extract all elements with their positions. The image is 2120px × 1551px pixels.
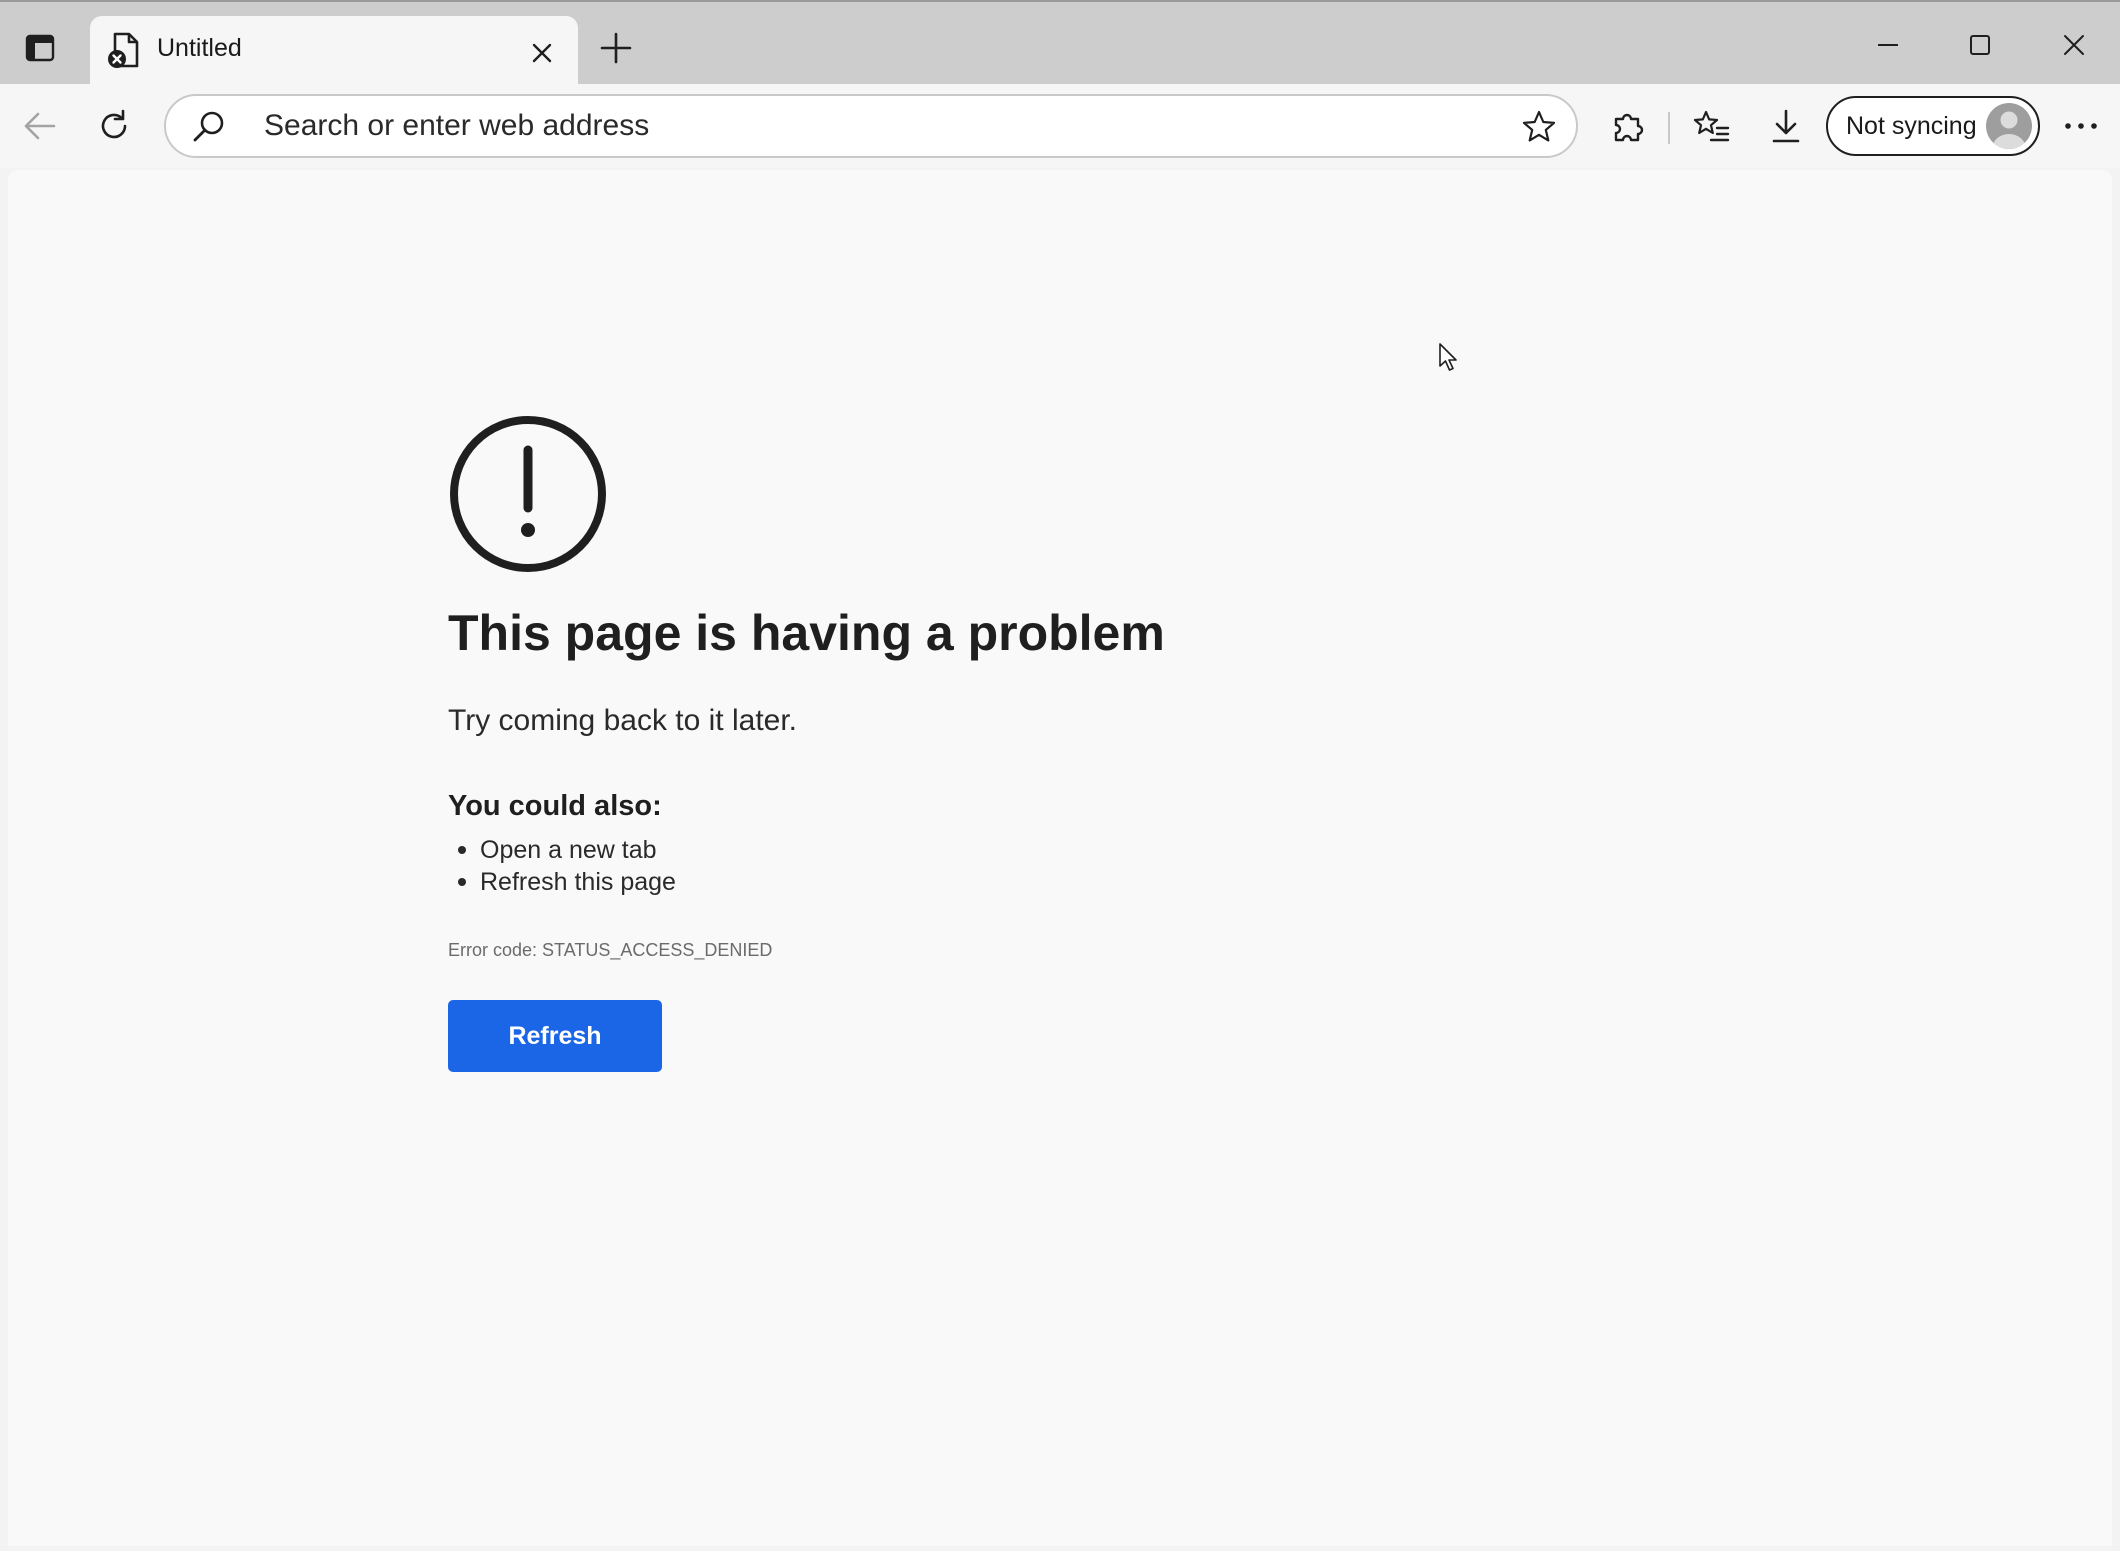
close-icon (532, 43, 552, 63)
address-input[interactable] (264, 106, 1464, 146)
add-favorite-button[interactable] (1520, 108, 1558, 146)
refresh-button[interactable]: Refresh (448, 1000, 662, 1072)
downloads-button[interactable] (1760, 100, 1812, 152)
tab-actions-button[interactable] (14, 24, 66, 72)
tab-strip: Untitled (0, 2, 2120, 84)
tab-title: Untitled (157, 34, 242, 62)
tab-actions-icon (25, 34, 55, 62)
navigation-toolbar: Not syncing (0, 84, 2120, 168)
extensions-button[interactable] (1602, 100, 1654, 152)
mouse-pointer-icon (1439, 343, 1457, 371)
toolbar-divider (1668, 112, 1670, 144)
maximize-button[interactable] (1954, 22, 2006, 68)
tab-favicon (104, 30, 146, 72)
page-title: This page is having a problem (448, 605, 1165, 661)
address-bar[interactable] (164, 94, 1578, 158)
close-window-button[interactable] (2048, 22, 2100, 68)
close-tab-button[interactable] (522, 33, 562, 73)
avatar (1986, 103, 2032, 149)
person-icon (1992, 111, 2026, 149)
profile-button[interactable]: Not syncing (1826, 96, 2040, 156)
plus-icon (600, 32, 632, 64)
list-item: Refresh this page (448, 866, 676, 898)
favorites-button[interactable] (1686, 100, 1738, 152)
exclamation-circle-icon (450, 416, 606, 572)
browser-window: Untitled Search or enter web address Not… (0, 0, 2120, 1551)
list-item: Open a new tab (448, 834, 676, 866)
star-icon (1522, 110, 1556, 142)
download-icon (1772, 109, 1800, 143)
settings-and-more-button[interactable] (2055, 100, 2107, 152)
new-tab-button[interactable] (590, 24, 642, 72)
favorites-list-icon (1693, 110, 1730, 142)
reload-button[interactable] (88, 100, 140, 152)
profile-label: Not syncing (1846, 111, 1977, 140)
minimize-icon (1878, 44, 1898, 46)
search-icon (193, 111, 224, 142)
reload-icon (101, 109, 127, 139)
page-content: This page is having a problem Try coming… (8, 170, 2112, 1546)
tab-untitled[interactable]: Untitled (90, 16, 578, 84)
puzzle-icon (1614, 113, 1644, 142)
back-arrow-icon (24, 112, 56, 140)
back-button[interactable] (14, 100, 66, 152)
close-icon (2064, 35, 2084, 55)
maximize-icon (1970, 35, 1990, 55)
error-code: Error code: STATUS_ACCESS_DENIED (448, 940, 773, 960)
error-subtitle: Try coming back to it later. (448, 704, 798, 737)
more-dots-icon (2065, 123, 2097, 129)
minimize-button[interactable] (1862, 22, 1914, 68)
suggestions-heading: You could also: (448, 790, 662, 822)
page-error-icon (108, 32, 139, 68)
suggestions-list: Open a new tab Refresh this page (448, 834, 676, 898)
